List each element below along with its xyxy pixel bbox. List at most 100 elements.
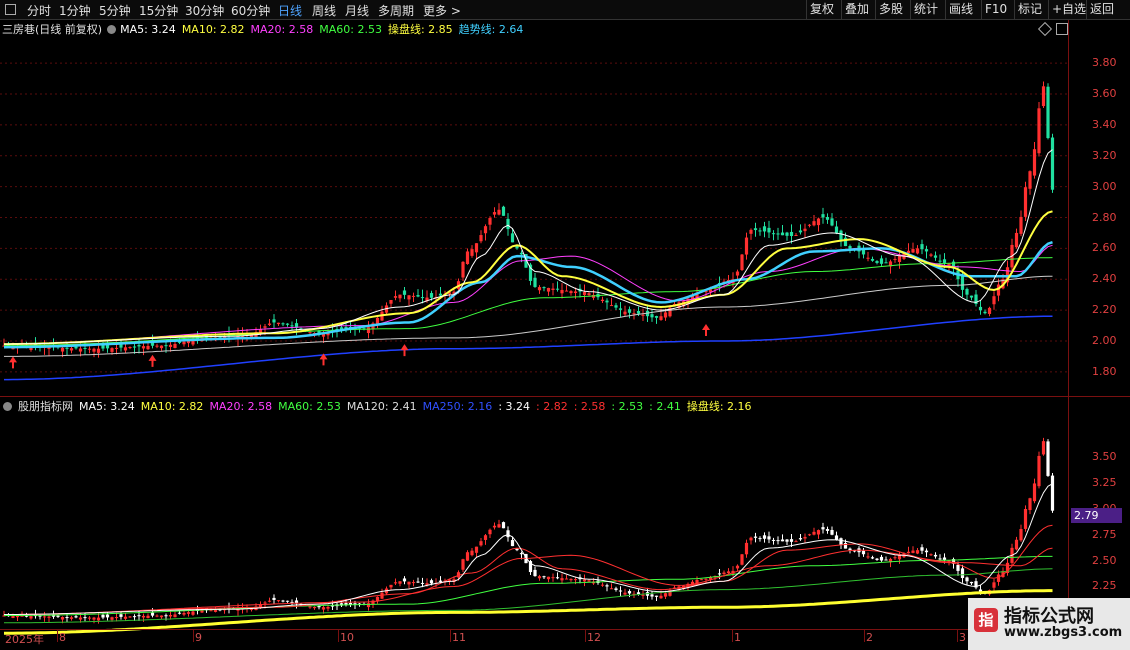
sub-candle-body (272, 597, 276, 600)
candle-body (582, 292, 587, 295)
candle-body (1032, 149, 1037, 176)
candle-body (632, 313, 636, 315)
sub-candle-body (1037, 455, 1041, 487)
current-price-box: 2.79 (1071, 508, 1122, 523)
candle-body (533, 277, 537, 287)
candle-body (870, 258, 875, 261)
sub-candle-body (470, 550, 474, 556)
sub-candle-body (663, 593, 668, 597)
buy-arrow-icon (400, 344, 409, 357)
sub-candle-body (911, 550, 915, 553)
sub-candle-body (749, 537, 753, 541)
sub-candle-body (627, 591, 632, 594)
candle-body (159, 345, 164, 349)
sub-candle-body (483, 535, 488, 540)
sub-candle-body (479, 541, 483, 546)
candle-body (537, 287, 542, 291)
sub-candle-body (830, 529, 834, 535)
sub-candle-body (825, 529, 830, 531)
sub-candle-body (996, 574, 1001, 582)
panel-separator[interactable] (0, 396, 1130, 397)
sub-candle-body (105, 614, 110, 618)
candle-body (65, 347, 69, 349)
candle-body (155, 345, 159, 347)
candle-body (866, 257, 870, 259)
sub-candle-body (650, 594, 654, 597)
xaxis-tick-7 (864, 630, 865, 642)
sub-candle-body (794, 541, 798, 543)
sub-candle-body (1014, 539, 1019, 550)
sub-candle-body (182, 612, 186, 615)
candle-body (920, 244, 924, 250)
sub-candle-body (110, 617, 114, 620)
candle-body (749, 229, 753, 234)
candle-body (461, 261, 465, 278)
candle-body (776, 233, 780, 235)
kline-chart[interactable] (0, 0, 1130, 650)
candle-body (483, 226, 488, 234)
candle-body (141, 346, 146, 349)
sub-candle-body (929, 554, 933, 556)
sub-candle-body (938, 558, 942, 560)
candle-body (992, 296, 996, 305)
sub-candle-body (497, 524, 501, 528)
sub-candle-body (569, 578, 573, 581)
sub-candle-body (870, 557, 875, 559)
sub-candle-body (614, 588, 618, 590)
candle-body (506, 218, 510, 230)
sub-candle-body (393, 582, 398, 584)
xaxis-label-1: 8 (59, 631, 66, 644)
sub-candle-body (758, 538, 762, 540)
sub-candle-body (821, 527, 825, 530)
sub-candle-body (123, 616, 128, 619)
sub-candle-body (789, 539, 794, 542)
candle-body (636, 310, 641, 314)
sub-candle-body (600, 584, 605, 586)
sub-candle-body (807, 534, 812, 536)
xaxis-tick-6 (732, 630, 733, 642)
sub-candle-body (402, 578, 407, 582)
main-ytick-4: 3.00 (1092, 179, 1117, 193)
sub-candle-body (326, 606, 330, 609)
candle-body (398, 294, 402, 299)
candle-body (893, 258, 897, 260)
candle-body (1046, 86, 1050, 139)
sub-green-line-1 (4, 568, 1053, 624)
candle-body (915, 248, 920, 254)
main-ytick-1: 3.60 (1092, 87, 1117, 101)
sub-candle-body (132, 616, 137, 618)
sub-candle-body (312, 607, 317, 609)
xaxis-label-4: 11 (452, 631, 466, 644)
sub-candle-body (168, 615, 173, 617)
sub-candle-body (119, 614, 123, 617)
candle-body (987, 307, 992, 314)
sub-candle-body (389, 584, 393, 588)
candle-body (780, 232, 785, 236)
sub-candle-body (969, 581, 974, 584)
candle-body (110, 348, 114, 352)
candle-body (614, 305, 618, 308)
sub-candle-body (582, 579, 587, 582)
main-ytick-0: 3.80 (1092, 56, 1117, 70)
sub-candle-body (420, 582, 425, 584)
sub-candle-body (366, 603, 371, 608)
sub-candle-body (767, 536, 771, 540)
sub-candle-body (137, 615, 141, 617)
sub-candle-body (1019, 528, 1023, 541)
candle-body (83, 347, 87, 349)
sub-candle-body (641, 594, 645, 596)
sub-candle-body (609, 588, 614, 590)
sub-candle-body (897, 555, 902, 560)
sub-candle-body (506, 530, 510, 538)
candle-body (573, 291, 578, 293)
sub-candle-body (537, 576, 542, 579)
candle-body (438, 293, 443, 296)
candle-body (87, 348, 92, 350)
sub-red-line-2 (4, 524, 1053, 615)
candle-body (834, 226, 839, 233)
sub-candle-body (411, 582, 416, 584)
candle-body (884, 262, 888, 264)
sub-candle-body (213, 610, 218, 612)
sub-candle-body (915, 550, 920, 554)
candle-body (488, 218, 492, 225)
